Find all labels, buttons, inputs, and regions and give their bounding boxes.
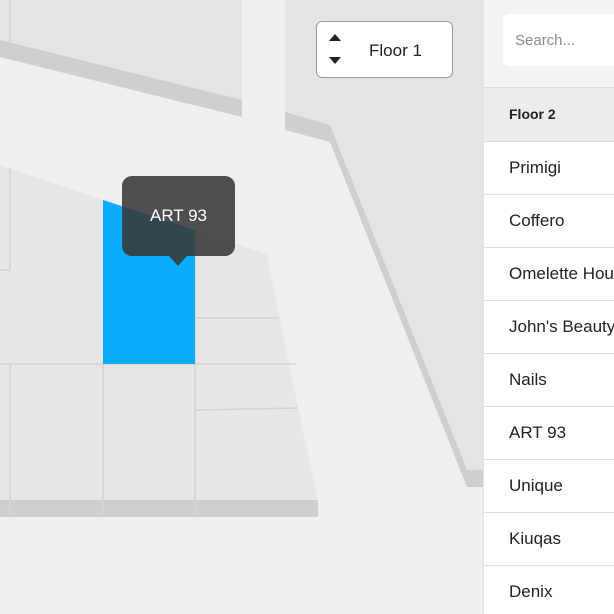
store-sidebar: Floor 2 Primigi Coffero Omelette House J… (483, 0, 614, 614)
store-name: Nails (509, 370, 547, 389)
list-item[interactable]: Coffero (484, 195, 614, 248)
list-item[interactable]: Primigi (484, 142, 614, 195)
store-name: Kiuqas (509, 529, 561, 548)
store-name: Primigi (509, 158, 561, 177)
list-item[interactable]: Kiuqas (484, 513, 614, 566)
current-floor-label: Floor 1 (369, 41, 422, 60)
floor-plan (0, 0, 483, 517)
floor-group-header[interactable]: Floor 2 (484, 87, 614, 142)
list-item[interactable]: ART 93 (484, 407, 614, 460)
arrow-down-icon[interactable] (329, 57, 341, 64)
tooltip-pointer (169, 256, 187, 266)
store-name: Unique (509, 476, 563, 495)
store-tooltip: ART 93 (122, 176, 235, 256)
store-name: ART 93 (509, 423, 567, 442)
store-list: Primigi Coffero Omelette House John's Be… (484, 142, 614, 614)
list-item[interactable]: John's Beauty (484, 301, 614, 354)
list-item[interactable]: Nails (484, 354, 614, 407)
store-name: Denix (509, 582, 553, 601)
store-name: Omelette House (509, 264, 614, 283)
search-bar (484, 0, 614, 86)
store-name: John's Beauty (509, 317, 614, 336)
list-item[interactable]: Denix (484, 566, 614, 614)
list-item[interactable]: Omelette House (484, 248, 614, 301)
floor-group-label: Floor 2 (509, 106, 556, 122)
arrow-up-icon[interactable] (329, 34, 341, 41)
mall-map[interactable]: ART 93 Floor 1 (0, 0, 483, 614)
search-input[interactable] (503, 14, 614, 66)
floor-switcher[interactable]: Floor 1 (316, 21, 453, 78)
map-wall (0, 500, 318, 517)
floor-stepper[interactable] (327, 30, 343, 70)
store-name: Coffero (509, 211, 565, 230)
list-item[interactable]: Unique (484, 460, 614, 513)
